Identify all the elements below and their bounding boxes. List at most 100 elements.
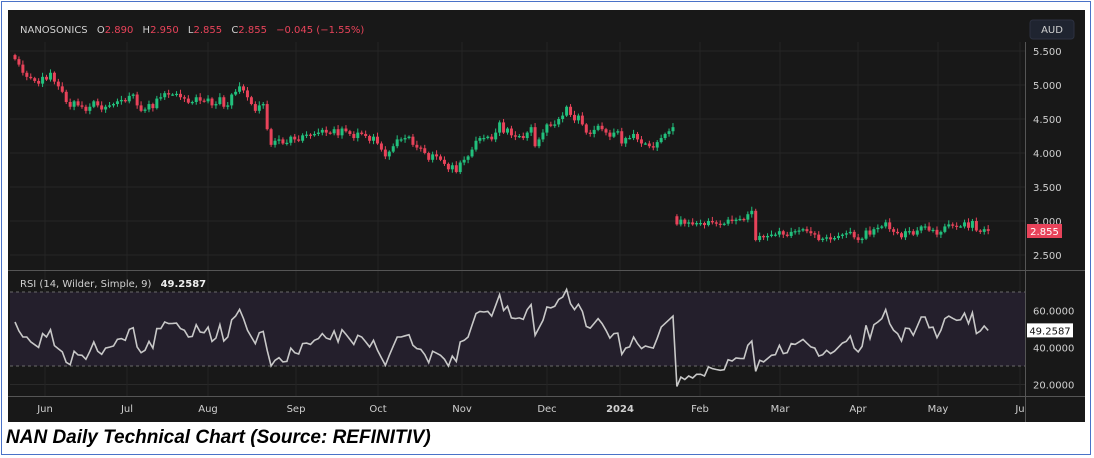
candle-body bbox=[978, 230, 982, 232]
candle-body bbox=[104, 106, 108, 110]
candle-body bbox=[498, 122, 502, 133]
candle-body bbox=[320, 129, 324, 133]
candle-body bbox=[580, 115, 584, 125]
candle-body bbox=[344, 128, 348, 132]
candle-body bbox=[533, 127, 537, 147]
candle-body bbox=[714, 222, 718, 224]
candle-body bbox=[395, 139, 399, 147]
candle-body bbox=[896, 231, 900, 234]
candle-body bbox=[182, 97, 186, 99]
candle-body bbox=[135, 94, 139, 106]
candle-body bbox=[466, 156, 470, 160]
candle-body bbox=[813, 233, 817, 235]
candle-body bbox=[762, 235, 766, 238]
candle-body bbox=[316, 132, 320, 134]
currency-label[interactable]: AUD bbox=[1041, 25, 1063, 36]
candle-body bbox=[639, 139, 643, 144]
candle-body bbox=[348, 131, 352, 134]
candle-body bbox=[253, 104, 257, 111]
candle-body bbox=[269, 129, 273, 145]
rsi-tick-label: 60.0000 bbox=[1033, 307, 1074, 318]
candle-body bbox=[517, 136, 521, 138]
candle-body bbox=[439, 156, 443, 160]
candle-body bbox=[143, 109, 147, 111]
candle-body bbox=[364, 133, 368, 136]
candle-body bbox=[809, 231, 813, 234]
candle-body bbox=[72, 101, 76, 107]
candle-body bbox=[797, 230, 801, 232]
candle-body bbox=[88, 106, 92, 111]
candle-body bbox=[829, 237, 833, 240]
time-tick-label: Apr bbox=[849, 404, 867, 415]
candle-body bbox=[955, 225, 959, 227]
candle-body bbox=[939, 231, 943, 235]
candle-body bbox=[509, 128, 513, 136]
candle-body bbox=[817, 234, 821, 241]
candle-body bbox=[159, 97, 163, 99]
candle-body bbox=[340, 128, 344, 136]
candle-body bbox=[411, 136, 415, 145]
rsi-value: 49.2587 bbox=[161, 279, 207, 290]
candle-body bbox=[48, 72, 52, 80]
candle-body bbox=[96, 101, 100, 106]
candle-body bbox=[892, 229, 896, 232]
candle-body bbox=[431, 154, 435, 160]
candle-body bbox=[285, 142, 289, 144]
candle-body bbox=[206, 98, 210, 102]
candle-body bbox=[549, 124, 553, 126]
candle-body bbox=[305, 134, 309, 136]
candle-body bbox=[647, 143, 651, 147]
candle-body bbox=[746, 214, 750, 220]
candle-body bbox=[738, 218, 742, 221]
candle-body bbox=[557, 119, 561, 125]
candle-body bbox=[655, 142, 659, 148]
candle-body bbox=[494, 132, 498, 140]
candle-body bbox=[513, 135, 517, 137]
candle-body bbox=[860, 238, 864, 241]
candle-body bbox=[919, 226, 923, 231]
time-tick-label: 2024 bbox=[606, 404, 634, 415]
candle-body bbox=[155, 98, 159, 109]
candle-body bbox=[289, 136, 293, 143]
candle-body bbox=[108, 105, 112, 107]
candle-body bbox=[643, 143, 647, 145]
candle-body bbox=[222, 97, 226, 107]
candle-body bbox=[608, 132, 612, 137]
candle-body bbox=[186, 98, 190, 103]
candle-body bbox=[687, 222, 691, 224]
candle-body bbox=[210, 98, 214, 106]
candle-body bbox=[604, 129, 608, 133]
candle-body bbox=[482, 138, 486, 140]
price-tick-label: 5.500 bbox=[1033, 47, 1062, 58]
candle-body bbox=[37, 80, 41, 84]
candle-body bbox=[636, 133, 640, 140]
candle-body bbox=[478, 138, 482, 141]
candle-body bbox=[375, 136, 379, 144]
candle-body bbox=[175, 93, 179, 96]
candle-body bbox=[884, 222, 888, 227]
time-tick-label: May bbox=[928, 404, 949, 415]
candle-body bbox=[238, 86, 242, 92]
candle-body bbox=[115, 101, 119, 105]
candle-body bbox=[616, 131, 620, 133]
candle-body bbox=[675, 216, 679, 225]
time-tick-label: Sep bbox=[287, 404, 306, 415]
candle-body bbox=[659, 138, 663, 143]
candle-body bbox=[966, 222, 970, 228]
candle-body bbox=[458, 162, 462, 173]
candle-body bbox=[734, 219, 738, 221]
candle-body bbox=[33, 78, 37, 81]
candle-body bbox=[632, 133, 636, 139]
candle-body bbox=[844, 233, 848, 235]
candle-body bbox=[194, 97, 198, 102]
time-tick-label: Jul bbox=[120, 404, 133, 415]
candle-body bbox=[490, 136, 494, 140]
candle-body bbox=[139, 105, 143, 111]
low-value: 2.855 bbox=[193, 25, 222, 36]
candle-body bbox=[332, 129, 336, 134]
candle-body bbox=[565, 106, 569, 116]
candle-body bbox=[486, 136, 490, 139]
candle-body bbox=[336, 129, 340, 136]
candle-body bbox=[576, 115, 580, 121]
price-tick-label: 4.500 bbox=[1033, 115, 1062, 126]
